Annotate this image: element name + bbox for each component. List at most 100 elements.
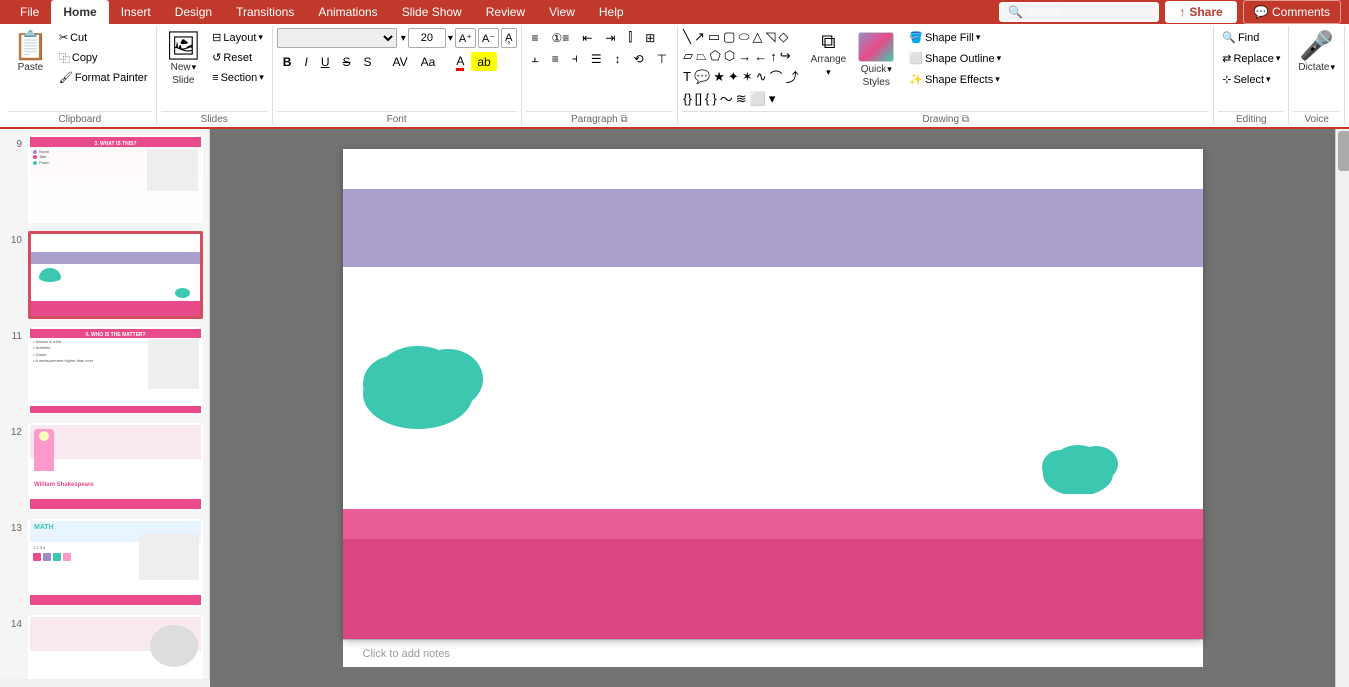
connector-shape[interactable]: ⤴ xyxy=(785,66,800,87)
dictate-button[interactable]: 🎤 Dictate ▾ xyxy=(1293,28,1340,76)
font-size-input[interactable] xyxy=(408,28,446,48)
slide-thumb-9[interactable]: 9 3. WHAT IS THIS? Novel Tale Poem xyxy=(4,133,205,225)
slide-img-14[interactable] xyxy=(28,615,203,679)
clear-format-button[interactable]: A̧ xyxy=(501,28,516,48)
parallelogram-shape[interactable]: ▱ xyxy=(682,47,694,65)
triangle-shape[interactable]: △ xyxy=(752,28,764,46)
doublewave-shape[interactable]: ≋ xyxy=(735,88,748,109)
font-grow-button[interactable]: A⁺ xyxy=(455,28,476,48)
menu-file[interactable]: File xyxy=(8,0,51,24)
leftarrow-shape[interactable]: ← xyxy=(753,47,768,65)
hexagon-shape[interactable]: ⬡ xyxy=(723,47,736,65)
format-painter-button[interactable]: 🖌 Format Painter xyxy=(55,68,152,87)
vertical-scrollbar[interactable] xyxy=(1335,129,1349,687)
cut-button[interactable]: ✂ Cut xyxy=(55,28,152,47)
bold-button[interactable]: B xyxy=(277,52,298,71)
wave-shape[interactable]: 〜 xyxy=(719,88,734,109)
font-family-select[interactable] xyxy=(277,28,397,48)
menu-help[interactable]: Help xyxy=(587,0,636,24)
drawing-expand-icon[interactable]: ⧉ xyxy=(962,114,969,125)
strikethrough-button[interactable]: S xyxy=(336,52,356,71)
star6-shape[interactable]: ✶ xyxy=(741,66,754,87)
diamond-shape[interactable]: ◇ xyxy=(778,28,790,46)
slide-thumb-14[interactable]: 14 xyxy=(4,613,205,679)
font-color-button[interactable]: A xyxy=(450,52,470,71)
notes-bar[interactable]: Click to add notes xyxy=(343,639,1203,667)
menu-slideshow[interactable]: Slide Show xyxy=(390,0,474,24)
slide-thumb-13[interactable]: 13 MATH 1 2 3 4 xyxy=(4,517,205,609)
leftbrace-shape[interactable]: { xyxy=(704,88,710,109)
numbering-button[interactable]: ①≡ xyxy=(546,28,576,47)
more-shapes-icon[interactable]: ▾ xyxy=(768,88,777,109)
char-spacing-button[interactable]: AV xyxy=(387,52,414,71)
text-direction-button[interactable]: ⟲ xyxy=(628,49,650,68)
select-button[interactable]: ⊹ Select ▾ xyxy=(1218,70,1274,89)
line-spacing-button[interactable]: ↕ xyxy=(609,49,627,68)
menu-design[interactable]: Design xyxy=(163,0,224,24)
smart-art-button[interactable]: ⊞ xyxy=(639,28,661,47)
layout-button[interactable]: ⊟ Layout ▾ xyxy=(208,28,268,47)
uparrow-shape[interactable]: ↑ xyxy=(769,47,778,65)
slide-thumb-10[interactable]: 10 xyxy=(4,229,205,321)
menu-review[interactable]: Review xyxy=(474,0,537,24)
rect-shape[interactable]: ▭ xyxy=(707,28,721,46)
menu-animations[interactable]: Animations xyxy=(306,0,389,24)
menu-view[interactable]: View xyxy=(537,0,587,24)
quick-styles-button[interactable]: Quick ▾ Styles xyxy=(853,28,899,91)
justify-button[interactable]: ☰ xyxy=(585,49,608,68)
font-shrink-button[interactable]: A⁻ xyxy=(478,28,499,48)
search-bar[interactable]: 🔍 Search xyxy=(999,2,1159,22)
slide-img-12[interactable]: William Shakespeare xyxy=(28,423,203,511)
star4-shape[interactable]: ✦ xyxy=(727,66,740,87)
align-text-button[interactable]: ⊤ xyxy=(651,49,673,68)
shape-effects-button[interactable]: ✨ Shape Effects ▾ xyxy=(905,70,1005,89)
share-button[interactable]: ↑ Share xyxy=(1165,1,1236,23)
brace-shape[interactable]: {} xyxy=(682,88,693,109)
align-center-button[interactable]: ≡ xyxy=(546,49,565,68)
menu-transitions[interactable]: Transitions xyxy=(224,0,306,24)
arrow2-shape[interactable]: → xyxy=(737,47,752,65)
menu-insert[interactable]: Insert xyxy=(109,0,163,24)
text-highlight-button[interactable]: ab xyxy=(471,52,496,71)
decrease-indent-button[interactable]: ⇤ xyxy=(576,28,598,47)
comments-button[interactable]: 💬 Comments xyxy=(1243,0,1341,24)
reset-button[interactable]: ↺ Reset xyxy=(208,48,268,67)
rtriangle-shape[interactable]: ◹ xyxy=(765,28,777,46)
star5-shape[interactable]: ★ xyxy=(712,66,726,87)
callout-shape[interactable]: 💬 xyxy=(693,66,711,87)
section-button[interactable]: ≡ Section ▾ xyxy=(208,68,268,87)
scrollbar-thumb[interactable] xyxy=(1338,131,1349,171)
slide-thumb-11[interactable]: 11 4. WHO IS THE MATTER? • Names & a lis… xyxy=(4,325,205,417)
slide-img-13[interactable]: MATH 1 2 3 4 xyxy=(28,519,203,607)
find-button[interactable]: 🔍 Find xyxy=(1218,28,1263,47)
oval-shape[interactable]: ⬭ xyxy=(737,28,750,46)
slide-img-9[interactable]: 3. WHAT IS THIS? Novel Tale Poem xyxy=(28,135,203,223)
new-slide-button[interactable]: 🖼 New ▾ Slide xyxy=(161,28,207,89)
slide-img-10[interactable] xyxy=(28,231,203,319)
shape-fill-button[interactable]: 🪣 Shape Fill ▾ xyxy=(905,28,1005,47)
copy-button[interactable]: ⿻ Copy xyxy=(55,48,152,67)
align-left-button[interactable]: ⫠ xyxy=(526,49,545,68)
arrow-shape[interactable]: ↗ xyxy=(693,28,706,46)
increase-indent-button[interactable]: ⇥ xyxy=(599,28,621,47)
slide-thumb-12[interactable]: 12 William Shakespeare xyxy=(4,421,205,513)
menu-home[interactable]: Home xyxy=(51,0,108,24)
bullets-button[interactable]: ≡ xyxy=(526,28,545,47)
paste-button[interactable]: 📋 Paste xyxy=(8,28,53,76)
slide-img-11[interactable]: 4. WHO IS THE MATTER? • Names & a list •… xyxy=(28,327,203,415)
underline-button[interactable]: U xyxy=(315,52,336,71)
align-right-button[interactable]: ⫞ xyxy=(566,49,584,68)
rightbrace-shape[interactable]: } xyxy=(711,88,717,109)
trapezoid-shape[interactable]: ⏢ xyxy=(695,47,707,65)
slide-canvas[interactable] xyxy=(343,149,1203,639)
shadow-button[interactable]: S xyxy=(358,52,378,71)
freeform-shape[interactable]: ∿ xyxy=(755,66,768,87)
change-case-button[interactable]: Aa xyxy=(415,52,442,71)
curve-shape[interactable]: ⌒ xyxy=(769,66,784,87)
columns-button[interactable]: ⫿ xyxy=(622,28,638,47)
rounded-rect-shape[interactable]: ▢ xyxy=(722,28,736,46)
italic-button[interactable]: I xyxy=(298,52,313,71)
curvedarrow-shape[interactable]: ↪ xyxy=(779,47,792,65)
pentagon-shape[interactable]: ⬠ xyxy=(709,47,722,65)
paragraph-expand-icon[interactable]: ⧉ xyxy=(620,114,627,125)
